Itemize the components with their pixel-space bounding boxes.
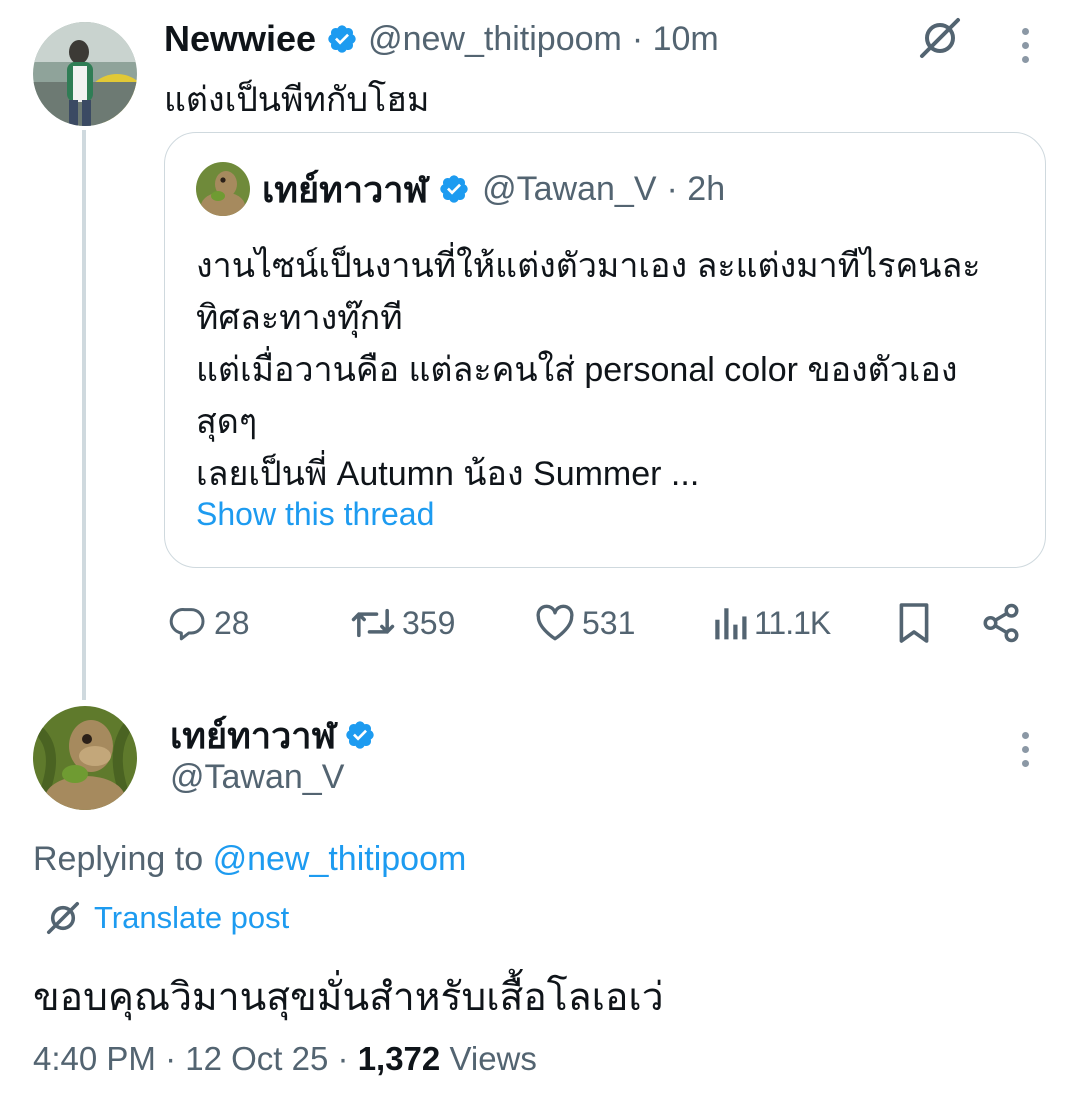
like-icon — [536, 604, 574, 641]
main-author-handle[interactable]: @Tawan_V — [170, 758, 344, 797]
main-author-name[interactable]: เทย์ทาวาฬ — [170, 707, 336, 764]
more-icon[interactable] — [1022, 28, 1032, 70]
main-post-header: เทย์ทาวาฬ — [170, 712, 376, 758]
meta-separator: · — [165, 1040, 177, 1077]
quoted-text-line: แต่เมื่อวานคือ แต่ละคนใส่ personal color… — [196, 351, 958, 389]
verified-badge-icon — [346, 721, 374, 749]
verified-badge-icon — [440, 175, 468, 203]
bookmark-icon[interactable] — [896, 601, 932, 645]
like-button[interactable]: 531 — [534, 600, 635, 646]
show-thread-link[interactable]: Show this thread — [196, 496, 434, 533]
newwiee-avatar[interactable] — [33, 22, 137, 126]
like-count: 531 — [582, 604, 636, 641]
main-post-text: ขอบคุณวิมานสุขมั่นสำหรับเสื้อโลเอเว่ — [33, 976, 664, 1019]
post-date[interactable]: 12 Oct 25 — [185, 1040, 328, 1077]
post-time[interactable]: 4:40 PM — [33, 1040, 156, 1077]
quoted-text-line: เลยเป็นพี่ Autumn น้อง Summer ... — [196, 455, 700, 493]
verified-badge-icon — [328, 25, 356, 53]
reply-count: 28 — [214, 604, 250, 641]
more-icon[interactable] — [1022, 732, 1032, 774]
meta-separator: · — [337, 1040, 349, 1077]
quoted-text-line: ทิศละทางทุ๊กที — [196, 299, 403, 337]
author-handle[interactable]: @new_thitipoom — [368, 20, 622, 59]
post-time[interactable]: · 10m — [632, 20, 719, 59]
quoted-author-handle[interactable]: @Tawan_V — [482, 170, 656, 209]
top-post-header: Newwiee @new_thitipoom · 10m — [164, 16, 719, 62]
repost-button[interactable]: 359 — [350, 600, 455, 646]
quoted-author-name[interactable]: เทย์ทาวาฬ — [262, 161, 428, 218]
repost-icon — [351, 608, 395, 638]
translate-post-button[interactable]: Translate post — [44, 896, 289, 940]
quoted-post-time[interactable]: · 2h — [667, 170, 726, 209]
replying-to-label: Replying to — [33, 840, 204, 878]
tawan-avatar[interactable] — [33, 706, 137, 810]
translate-icon — [46, 901, 80, 935]
translate-post-label: Translate post — [94, 900, 290, 935]
views-icon — [715, 608, 747, 640]
top-post-text: แต่งเป็นพีทกับโฮม — [164, 81, 430, 119]
replying-to: Replying to @new_thitipoom — [33, 840, 466, 879]
views-count: 11.1K — [754, 604, 831, 641]
replying-to-handle[interactable]: @new_thitipoom — [213, 840, 467, 878]
author-name[interactable]: Newwiee — [164, 18, 316, 60]
share-icon[interactable] — [980, 602, 1022, 644]
quoted-post-header: เทย์ทาวาฬ @Tawan_V · 2h — [262, 166, 725, 212]
translate-icon[interactable] — [916, 14, 964, 62]
views-count: 1,372 — [357, 1040, 441, 1077]
quoted-text-line: สุดๆ — [196, 403, 258, 441]
views-label: Views — [449, 1040, 537, 1077]
repost-count: 359 — [402, 604, 456, 641]
tawan-quoted-avatar[interactable] — [196, 162, 250, 216]
reply-button[interactable]: 28 — [168, 600, 250, 646]
post-meta: 4:40 PM · 12 Oct 25 · 1,372 Views — [33, 1040, 537, 1078]
views-button[interactable]: 11.1K — [712, 600, 831, 646]
reply-icon — [169, 608, 205, 641]
quoted-text-line: งานไซน์เป็นงานที่ให้แต่งตัวมาเอง ละแต่งม… — [196, 247, 981, 285]
thread-connector-line — [82, 130, 86, 700]
quoted-post-body: งานไซน์เป็นงานที่ให้แต่งตัวมาเอง ละแต่งม… — [196, 240, 1026, 500]
